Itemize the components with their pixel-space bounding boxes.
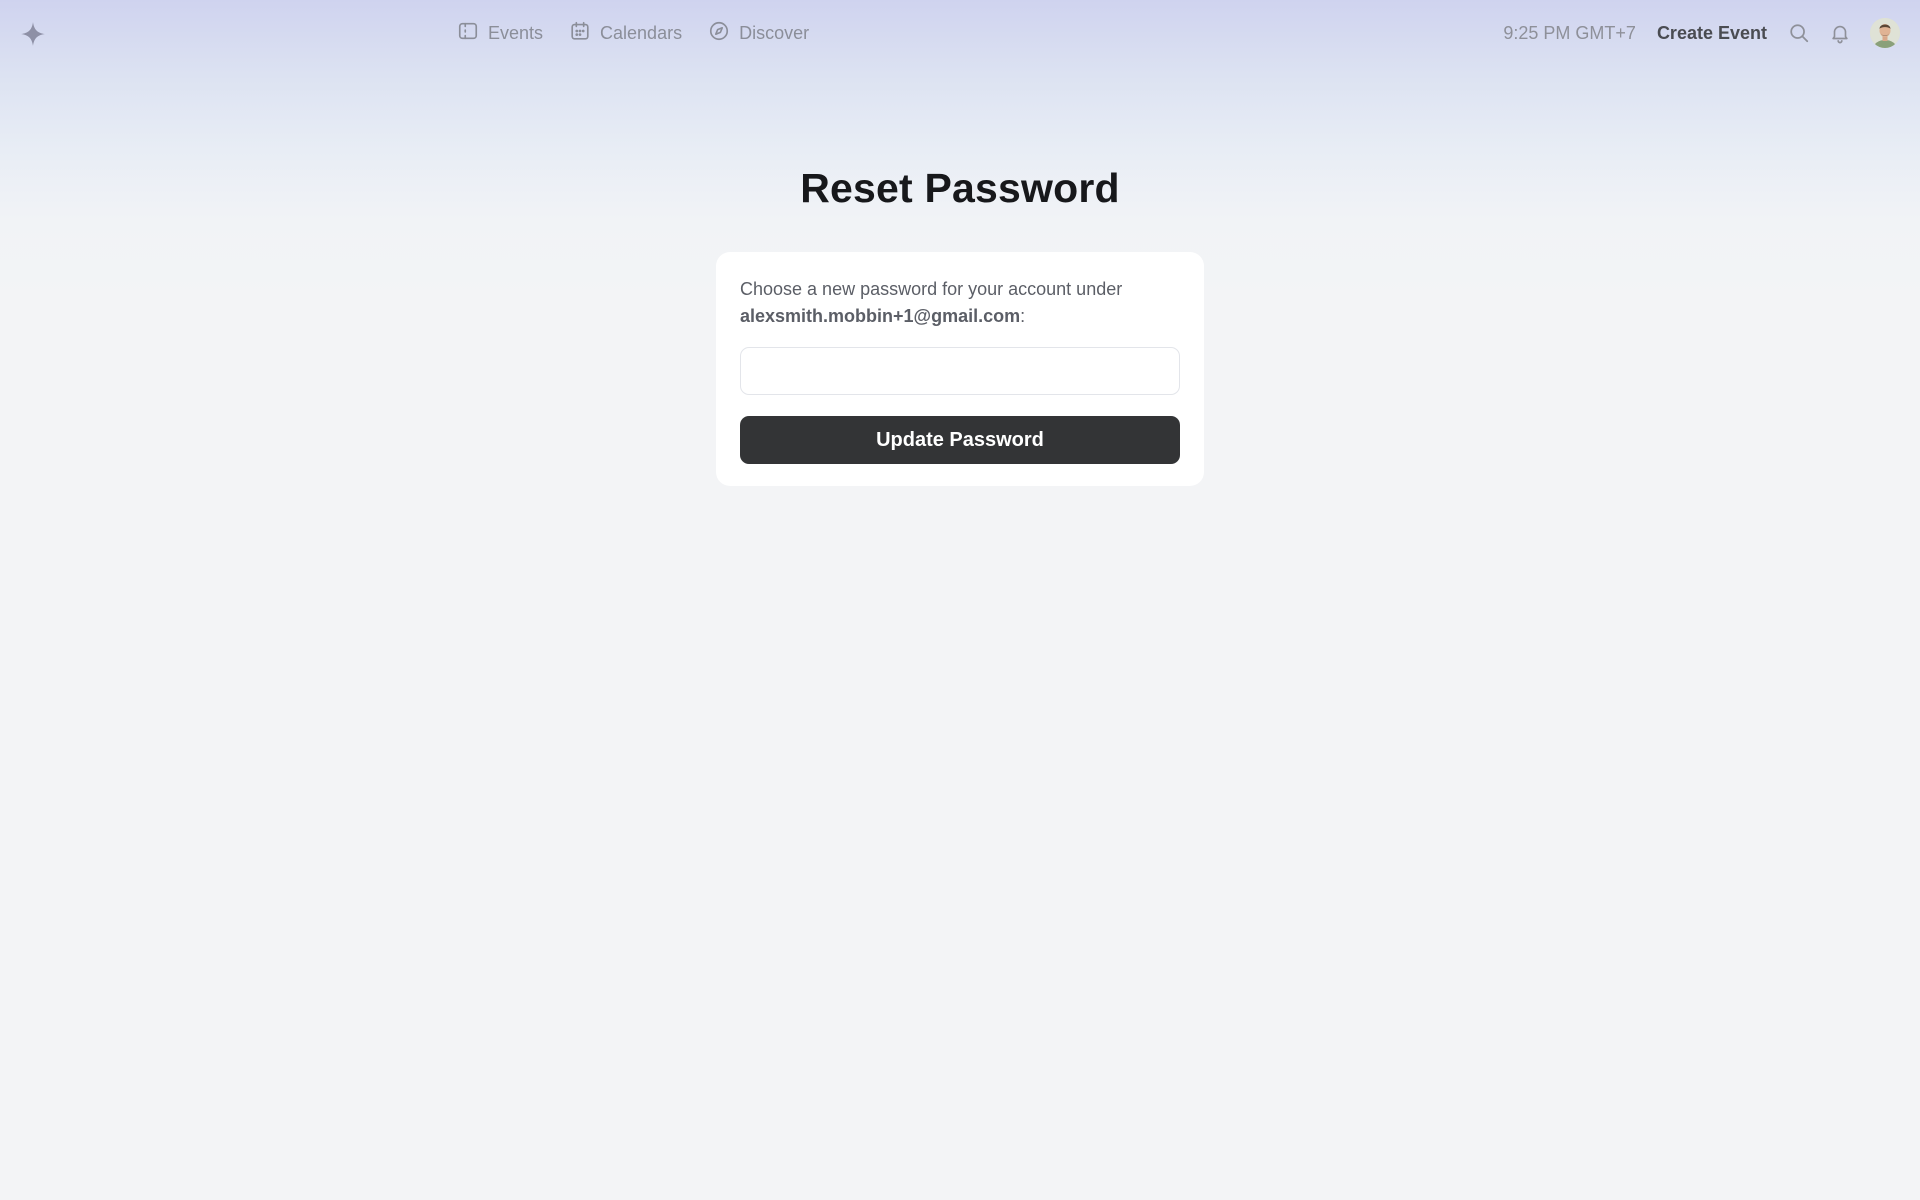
current-time: 9:25 PM GMT+7 — [1503, 22, 1636, 43]
update-password-button[interactable]: Update Password — [740, 416, 1180, 464]
avatar[interactable] — [1870, 18, 1900, 48]
nav-item-label: Discover — [739, 22, 810, 43]
header-actions: 9:25 PM GMT+7 Create Event — [1503, 0, 1900, 66]
nav-item-discover[interactable]: Discover — [708, 20, 809, 47]
top-navigation-bar: Events Calendars Discover 9:25 PM GMT+7 … — [0, 0, 1920, 66]
instructions-text: Choose a new password for your account u… — [740, 276, 1180, 330]
instructions-label: Choose a new password for your account u… — [740, 279, 1123, 299]
ticket-icon — [457, 20, 479, 47]
calendar-icon — [569, 20, 591, 47]
reset-password-card: Choose a new password for your account u… — [716, 252, 1204, 486]
bell-icon[interactable] — [1827, 20, 1853, 46]
new-password-input[interactable] — [740, 347, 1180, 395]
main-nav: Events Calendars Discover — [457, 0, 809, 66]
search-icon[interactable] — [1786, 20, 1812, 46]
page-title: Reset Password — [800, 165, 1120, 211]
nav-item-events[interactable]: Events — [457, 20, 543, 47]
create-event-button[interactable]: Create Event — [1657, 23, 1767, 44]
instructions-suffix: : — [1020, 306, 1026, 326]
nav-item-label: Events — [488, 22, 544, 43]
compass-icon — [708, 20, 730, 47]
sparkle-logo-icon[interactable] — [19, 20, 47, 48]
account-email: alexsmith.mobbin+1@gmail.com — [740, 306, 1021, 326]
nav-item-label: Calendars — [600, 22, 683, 43]
nav-item-calendars[interactable]: Calendars — [569, 20, 682, 47]
